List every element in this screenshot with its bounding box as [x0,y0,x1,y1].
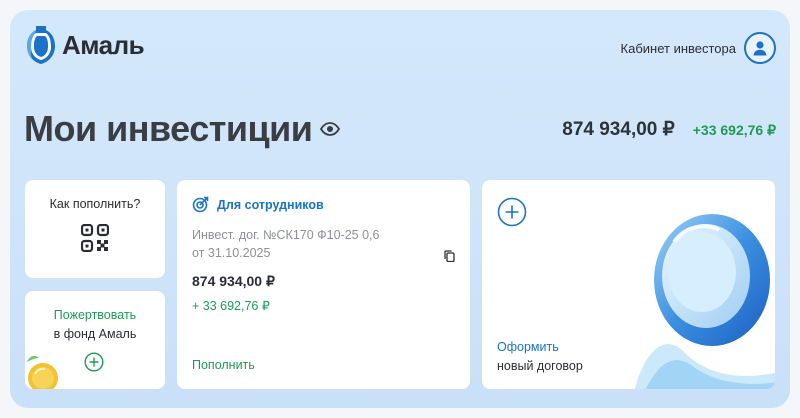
plus-circle-icon[interactable] [497,197,527,227]
avatar[interactable] [744,32,776,64]
page-title: Мои инвестиции [24,108,313,149]
new-contract-card[interactable]: Оформить новый договор [482,180,775,389]
contract-header: Для сотрудников [192,196,324,213]
donate-fund-label: в фонд Амаль [53,327,137,341]
contract-name: Инвест. дог. №СК170 Ф10-25 0,6 от 31.10.… [192,228,380,260]
contract-gain: + 33 692,76 ₽ [192,299,270,313]
app-frame: Амаль Кабинет инвестора Мои инвестиции 8… [10,10,790,408]
user-icon [753,41,767,56]
contract-card[interactable]: Для сотрудников Инвест. дог. №СК170 Ф10-… [177,180,470,389]
eye-icon [320,121,341,136]
qr-code-icon [81,224,109,252]
portfolio-totals: 874 934,00 ₽ +33 692,76 ₽ [562,118,776,141]
logo[interactable]: Амаль [24,24,145,66]
eye-toggle[interactable] [320,121,341,141]
new-contract-action[interactable]: Оформить [497,340,559,354]
new-contract-subtitle: новый договор [497,359,583,373]
how-to-topup-card[interactable]: Как пополнить? [25,180,165,278]
contract-group-label: Для сотрудников [217,197,324,212]
donate-card[interactable]: Пожертвовать в фонд Амаль [25,291,165,389]
amphora-logo-icon [27,26,55,64]
coin-illustration [27,355,58,389]
investor-cabinet-link[interactable]: Кабинет инвестора [621,32,776,64]
title-row: Мои инвестиции [24,108,341,150]
target-arrow-icon [192,196,209,213]
topup-link[interactable]: Пополнить [192,358,255,372]
logo-text: Амаль [62,29,145,60]
total-amount: 874 934,00 ₽ [562,119,675,140]
contract-amount: 874 934,00 ₽ [192,273,275,289]
how-to-topup-label: Как пополнить? [49,197,141,211]
copy-icon[interactable] [444,250,455,262]
total-gain: +33 692,76 ₽ [692,122,776,138]
glass-ring-illustration [634,214,775,389]
plus-circle-icon[interactable] [84,352,104,372]
cabinet-label: Кабинет инвестора [620,40,736,56]
donate-label: Пожертвовать [53,308,137,322]
